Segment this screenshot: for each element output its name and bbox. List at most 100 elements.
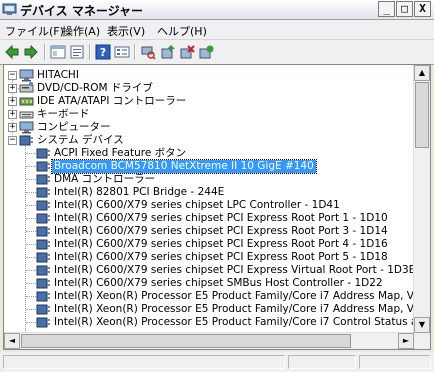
tree-guide-line bbox=[26, 231, 36, 232]
scroll-corner bbox=[414, 333, 430, 349]
tree-root-label: HITACHI bbox=[37, 69, 79, 81]
tree-device-label: Intel(R) C600/X79 series chipset PCI Exp… bbox=[54, 212, 388, 224]
tree-device-label: Intel(R) Xeon(R) Processor E5 Product Fa… bbox=[54, 290, 431, 302]
tree-device-label: Intel(R) Xeon(R) Processor E5 Product Fa… bbox=[54, 303, 431, 315]
tree-guide-line bbox=[26, 192, 36, 193]
tree-category-label: IDE ATA/ATAPI コントローラー bbox=[37, 95, 187, 107]
toolbar-separator bbox=[44, 44, 46, 60]
tree-device-row[interactable]: Intel(R) 82801 PCI Bridge - 244E bbox=[4, 186, 424, 199]
tree-device-row[interactable]: Intel(R) Xeon(R) Processor E5 Product Fa… bbox=[4, 316, 430, 329]
menu-view[interactable]: 表示(V) bbox=[107, 23, 145, 39]
tree-device-row[interactable]: DMA コントローラー bbox=[4, 173, 424, 186]
enable-icon[interactable] bbox=[198, 44, 214, 60]
tree-device-row[interactable]: Broadcom BCM57810 NetXtreme II 10 GigE #… bbox=[4, 159, 424, 174]
update-driver-icon[interactable] bbox=[160, 44, 176, 60]
collapse-icon[interactable]: − bbox=[8, 71, 17, 80]
tree-device-row[interactable]: Intel(R) C600/X79 series chipset PCI Exp… bbox=[4, 238, 424, 251]
collapse-icon[interactable]: − bbox=[8, 136, 17, 145]
computer-icon bbox=[19, 121, 34, 134]
status-bar bbox=[0, 352, 434, 372]
system-device-icon bbox=[36, 226, 50, 237]
tree-category-keyboard[interactable]: + キーボード bbox=[4, 108, 254, 121]
system-device-icon bbox=[36, 213, 50, 224]
scroll-down-button[interactable]: ▼ bbox=[414, 317, 430, 333]
tree-guide-line bbox=[26, 179, 36, 180]
tree-device-row[interactable]: Intel(R) Xeon(R) Processor E5 Product Fa… bbox=[4, 303, 430, 316]
tree-category-system-devices[interactable]: − システム デバイス bbox=[4, 134, 254, 147]
tree-guide-line bbox=[26, 309, 36, 310]
tree-category-ide[interactable]: + IDE ATA/ATAPI コントローラー bbox=[4, 95, 254, 108]
help-icon[interactable]: ? bbox=[95, 44, 111, 60]
expand-icon[interactable]: + bbox=[8, 110, 17, 119]
toolbar: ? bbox=[0, 39, 434, 65]
system-device-icon bbox=[36, 174, 50, 185]
device-manager-icon bbox=[2, 3, 17, 15]
device-tree[interactable]: − HITACHI + DVD/CD-ROM ドライブ + IDE ATA/AT… bbox=[3, 64, 431, 350]
horizontal-scroll-thumb[interactable] bbox=[21, 334, 351, 348]
tree-guide-line bbox=[26, 296, 36, 297]
dvd-drive-icon bbox=[19, 82, 34, 93]
status-cell bbox=[3, 355, 285, 369]
ide-controller-icon bbox=[19, 97, 34, 106]
menu-help[interactable]: ヘルプ(H) bbox=[157, 23, 207, 39]
vertical-scroll-thumb[interactable] bbox=[415, 82, 429, 148]
expand-icon[interactable]: + bbox=[8, 97, 17, 106]
menu-file[interactable]: ファイル(F) bbox=[5, 23, 64, 39]
computer-icon bbox=[19, 69, 34, 82]
status-cell bbox=[288, 355, 356, 369]
menu-bar: ファイル(F) 操作(A) 表示(V) ヘルプ(H) bbox=[0, 20, 434, 39]
tree-guide-line bbox=[26, 244, 36, 245]
tree-guide-line bbox=[26, 322, 36, 323]
tree-guide-line bbox=[26, 205, 36, 206]
tree-device-row[interactable]: Intel(R) Xeon(R) Processor E5 Product Fa… bbox=[4, 290, 430, 303]
tree-device-label: Broadcom BCM57810 NetXtreme II 10 GigE #… bbox=[51, 159, 317, 174]
tree-category-computer[interactable]: + コンピューター bbox=[4, 121, 254, 134]
tree-category-label: キーボード bbox=[37, 108, 90, 120]
tree-device-row[interactable]: Intel(R) C600/X79 series chipset SMBus H… bbox=[4, 277, 424, 290]
system-device-icon bbox=[36, 317, 50, 328]
tree-root[interactable]: − HITACHI bbox=[4, 69, 204, 82]
maximize-button[interactable]: □ bbox=[396, 1, 413, 17]
tree-device-row[interactable]: Intel(R) C600/X79 series chipset PCI Exp… bbox=[4, 264, 424, 277]
view-icon[interactable] bbox=[114, 44, 130, 60]
system-device-icon bbox=[36, 252, 50, 263]
scroll-right-button[interactable]: ► bbox=[398, 333, 414, 349]
tree-device-row[interactable]: Intel(R) C600/X79 series chipset PCI Exp… bbox=[4, 212, 424, 225]
tree-guide-line bbox=[26, 218, 36, 219]
properties-icon[interactable] bbox=[69, 44, 85, 60]
tree-device-label: Intel(R) C600/X79 series chipset PCI Exp… bbox=[54, 264, 416, 276]
tree-device-label: Intel(R) C600/X79 series chipset LPC Con… bbox=[54, 199, 340, 211]
tree-device-row[interactable]: ACPI Fixed Feature ボタン bbox=[4, 147, 424, 160]
tree-category-dvd[interactable]: + DVD/CD-ROM ドライブ bbox=[4, 82, 254, 95]
keyboard-icon bbox=[19, 111, 34, 119]
tree-guide-line bbox=[26, 166, 36, 167]
back-icon[interactable] bbox=[4, 44, 20, 60]
close-button[interactable]: X bbox=[414, 1, 431, 17]
scan-hardware-icon[interactable] bbox=[140, 44, 156, 60]
scroll-up-button[interactable]: ▲ bbox=[414, 65, 430, 81]
tree-device-label: Intel(R) C600/X79 series chipset SMBus H… bbox=[54, 277, 383, 289]
tree-device-label: Intel(R) 82801 PCI Bridge - 244E bbox=[54, 186, 225, 198]
tree-category-label: コンピューター bbox=[37, 121, 111, 133]
horizontal-scrollbar[interactable]: ◄ ► bbox=[4, 332, 414, 349]
svg-text:?: ? bbox=[100, 46, 106, 59]
expand-icon[interactable]: + bbox=[8, 84, 17, 93]
system-device-icon bbox=[36, 304, 50, 315]
console-tree-icon[interactable] bbox=[50, 44, 66, 60]
scroll-left-button[interactable]: ◄ bbox=[4, 333, 20, 349]
status-cell bbox=[359, 355, 431, 369]
minimize-button[interactable]: _ bbox=[378, 1, 395, 17]
system-device-icon bbox=[36, 187, 50, 198]
vertical-scrollbar[interactable]: ▲ ▼ bbox=[413, 65, 430, 333]
uninstall-icon[interactable] bbox=[179, 44, 195, 60]
window-title: デバイス マネージャー bbox=[20, 4, 143, 18]
tree-device-label: Intel(R) C600/X79 series chipset PCI Exp… bbox=[54, 225, 388, 237]
tree-device-label: Intel(R) Xeon(R) Processor E5 Product Fa… bbox=[54, 316, 431, 328]
menu-action[interactable]: 操作(A) bbox=[62, 23, 100, 39]
tree-device-label: Intel(R) C600/X79 series chipset PCI Exp… bbox=[54, 251, 388, 263]
tree-device-row[interactable]: Intel(R) C600/X79 series chipset PCI Exp… bbox=[4, 251, 424, 264]
expand-icon[interactable]: + bbox=[8, 123, 17, 132]
tree-device-row[interactable]: Intel(R) C600/X79 series chipset PCI Exp… bbox=[4, 225, 424, 238]
forward-icon[interactable] bbox=[23, 44, 39, 60]
tree-device-row[interactable]: Intel(R) C600/X79 series chipset LPC Con… bbox=[4, 199, 424, 212]
